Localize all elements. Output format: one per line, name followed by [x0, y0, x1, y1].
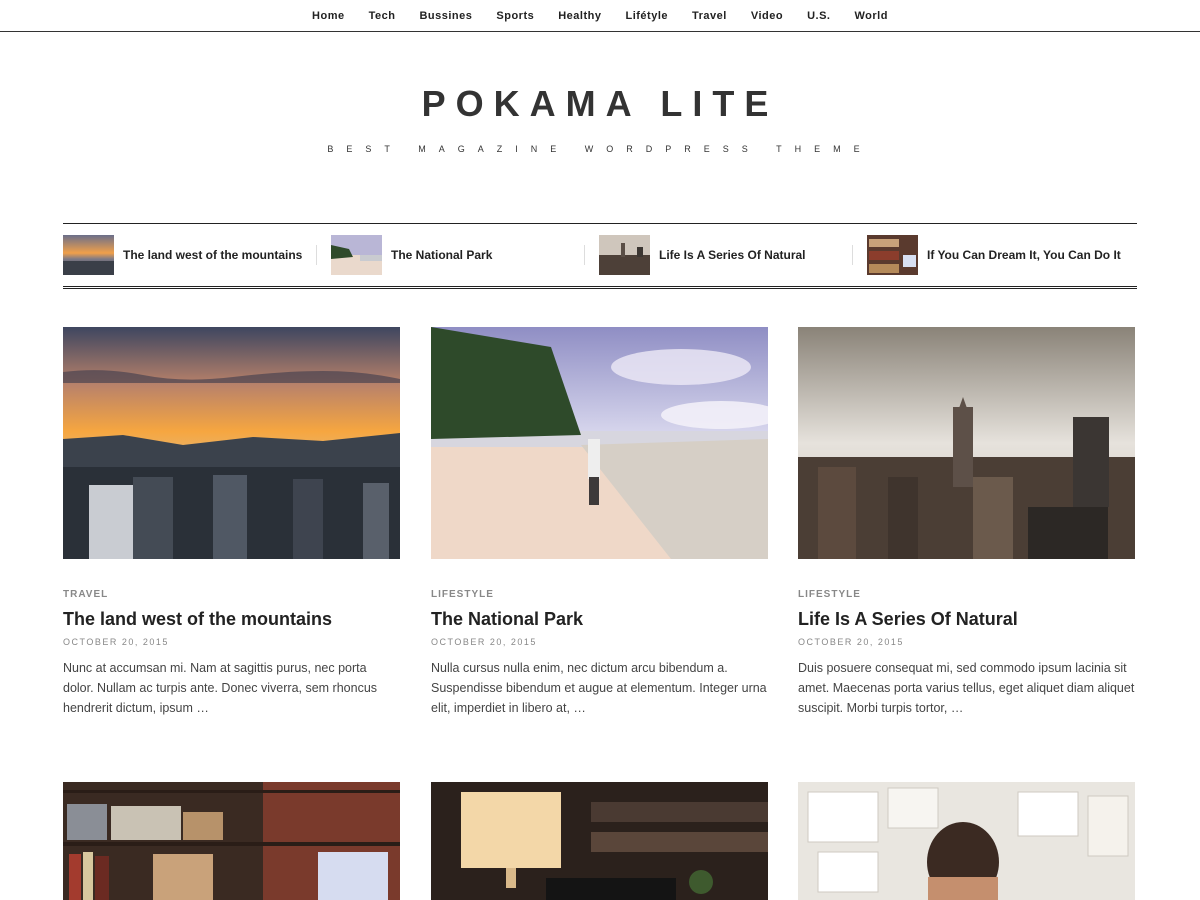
nav-item-travel[interactable]: Travel [680, 10, 739, 22]
nav-item-business[interactable]: Bussines [407, 10, 484, 22]
post-category[interactable]: LIFESTYLE [431, 589, 768, 600]
site-tagline: BEST MAGAZINE WORDPRESS THEME [327, 144, 873, 154]
featured-thumbnail [599, 235, 650, 275]
post-excerpt: Nulla cursus nulla enim, nec dictum arcu… [431, 661, 767, 715]
featured-item[interactable]: Life Is A Series Of Natural [584, 235, 867, 275]
planning-wall-image [798, 782, 1135, 900]
nav-item-world[interactable]: World [842, 10, 899, 22]
post-date: OCTOBER 20, 2015 [798, 637, 904, 647]
nav-menu: Home Tech Bussines Sports Healthy Liféty… [0, 0, 1200, 31]
post-image[interactable] [63, 327, 400, 559]
featured-item[interactable]: The National Park [316, 235, 599, 275]
desk-lamp-image [431, 782, 768, 900]
featured-title[interactable]: The land west of the mountains [123, 248, 302, 262]
post-date: OCTOBER 20, 2015 [63, 637, 169, 647]
post-card: TRAVEL The land west of the mountains OC… [63, 327, 400, 718]
featured-thumbnail [331, 235, 382, 275]
featured-thumbnail [867, 235, 918, 275]
nav-item-sports[interactable]: Sports [484, 10, 546, 22]
site-branding: POKAMA LITE BEST MAGAZINE WORDPRESS THEM… [0, 80, 1200, 154]
nav-item-healthy[interactable]: Healthy [546, 10, 613, 22]
post-title[interactable]: The land west of the mountains [63, 607, 400, 631]
site-title[interactable]: POKAMA LITE [0, 80, 1200, 128]
post-title[interactable]: Life Is A Series Of Natural [798, 607, 1135, 631]
bookshelf-image [63, 782, 400, 900]
featured-item[interactable]: If You Can Dream It, You Can Do It [852, 235, 1135, 275]
post-date: OCTOBER 20, 2015 [431, 637, 537, 647]
featured-title[interactable]: Life Is A Series Of Natural [659, 248, 806, 262]
post-image[interactable] [431, 327, 768, 559]
nav-item-lifestyle[interactable]: Lifétyle [613, 10, 680, 22]
nav-item-video[interactable]: Video [739, 10, 795, 22]
post-image[interactable] [431, 782, 768, 900]
post-title[interactable]: The National Park [431, 607, 768, 631]
post-image[interactable] [63, 782, 400, 900]
post-category[interactable]: LIFESTYLE [798, 589, 1135, 600]
post-excerpt: Nunc at accumsan mi. Nam at sagittis pur… [63, 661, 378, 715]
post-category[interactable]: TRAVEL [63, 589, 400, 600]
featured-title[interactable]: If You Can Dream It, You Can Do It [927, 248, 1121, 262]
post-card: LIFESTYLE Life Is A Series Of Natural OC… [798, 327, 1135, 718]
post-excerpt: Duis posuere consequat mi, sed commodo i… [798, 661, 1135, 715]
featured-thumbnail [63, 235, 114, 275]
nav-item-home[interactable]: Home [300, 10, 357, 22]
nav-item-tech[interactable]: Tech [357, 10, 408, 22]
top-navigation: Home Tech Bussines Sports Healthy Liféty… [0, 0, 1200, 32]
featured-item[interactable]: The land west of the mountains [63, 235, 331, 275]
featured-posts-strip: The land west of the mountains The Natio… [63, 223, 1137, 289]
post-image[interactable] [798, 782, 1135, 900]
nav-item-us[interactable]: U.S. [795, 10, 842, 22]
post-card: LIFESTYLE The National Park OCTOBER 20, … [431, 327, 768, 718]
featured-title[interactable]: The National Park [391, 248, 492, 262]
post-image[interactable] [798, 327, 1135, 559]
